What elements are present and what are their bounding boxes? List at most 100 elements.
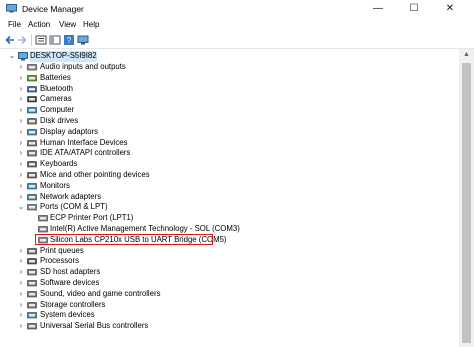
expand-caret-icon[interactable]: › [17,94,25,105]
tree-category[interactable]: › Network adapters [0,192,458,203]
expand-caret-icon[interactable]: › [17,192,25,203]
expand-caret-icon[interactable]: › [17,278,25,289]
tree-category-label: Storage controllers [40,299,106,309]
expand-caret-icon[interactable]: › [17,73,25,84]
tree-category[interactable]: › Batteries [0,73,458,84]
expand-caret-icon[interactable]: › [17,267,25,278]
tree-category-label: Mice and other pointing devices [40,170,150,179]
processor-icon [27,258,37,265]
camera-icon [27,96,37,103]
tree-category[interactable]: › Mice and other pointing devices [0,170,458,181]
menu-action[interactable]: Action [28,20,50,30]
collapse-caret-icon[interactable]: ⌄ [17,202,25,213]
tree-category[interactable]: › Sound, video and game controllers [0,289,458,300]
expand-caret-icon[interactable]: › [17,138,25,149]
tree-category[interactable]: › Monitors [0,181,458,192]
expand-caret-icon[interactable]: › [17,289,25,300]
expand-caret-icon[interactable]: › [17,116,25,127]
close-button[interactable]: ✕ [432,0,468,18]
port-icon [27,204,37,211]
tree-category[interactable]: ⌄ Ports (COM & LPT) [0,202,458,213]
tree-device-label: ECP Printer Port (LPT1) [50,213,134,223]
title-bar: Device Manager — ☐ ✕ [0,0,474,18]
tree-device-label: Intel(R) Active Management Technology - … [50,224,240,233]
expand-caret-icon[interactable]: › [17,170,25,181]
expand-caret-icon[interactable]: › [17,181,25,192]
tree-category-label: Batteries [40,72,71,82]
expand-caret-icon[interactable]: › [17,300,25,311]
tree-category-label: Processors [40,256,79,266]
tree-category[interactable]: › Storage controllers [0,300,458,311]
tree-category[interactable]: › Universal Serial Bus controllers [0,321,458,332]
tree-category[interactable]: › Computer [0,105,458,116]
tree-category[interactable]: › Human Interface Devices [0,138,458,149]
tree-root[interactable]: ⌄ DESKTOP-S5I9I82 [0,51,458,62]
tree-category[interactable]: › Display adaptors [0,127,458,138]
help-button[interactable]: ? [63,34,75,46]
svg-text:?: ? [67,36,72,45]
vertical-scrollbar[interactable]: ▲ [459,49,474,347]
menu-help[interactable]: Help [83,20,99,30]
collapse-caret-icon[interactable]: ⌄ [8,51,16,62]
keyboard-icon [27,161,37,168]
device-manager-icon [6,4,17,13]
tree-category[interactable]: › Audio inputs and outputs [0,62,458,73]
tree-category-label: Universal Serial Bus controllers [40,321,149,331]
forward-button[interactable] [16,34,28,46]
system-icon [27,312,37,319]
hid-icon [27,139,37,146]
scroll-up-arrow-icon[interactable]: ▲ [459,49,474,61]
tree-category-label: Ports (COM & LPT) [40,202,108,212]
menu-view[interactable]: View [59,20,76,30]
toolbar-separator [31,34,32,46]
toggle-view-button[interactable] [49,34,61,46]
tree-category-label: Print queues [40,245,84,255]
tree-category[interactable]: › Print queues [0,246,458,257]
expand-caret-icon[interactable]: › [17,256,25,267]
tree-category[interactable]: › Processors [0,256,458,267]
expand-caret-icon[interactable]: › [17,246,25,257]
port-icon [38,215,48,222]
expand-caret-icon[interactable]: › [17,84,25,95]
printer-icon [27,247,37,254]
tree-category-label: Audio inputs and outputs [40,62,126,71]
expand-caret-icon[interactable]: › [17,127,25,138]
tree-category[interactable]: › Bluetooth [0,84,458,95]
tree-device[interactable]: Intel(R) Active Management Technology - … [0,224,458,235]
tree-category[interactable]: › IDE ATA/ATAPI controllers [0,148,458,159]
tree-root-label: DESKTOP-S5I9I82 [30,51,97,62]
sd-card-icon [27,269,37,276]
speaker-icon [27,64,37,71]
back-button[interactable] [4,34,16,46]
tree-category-label: Cameras [40,94,72,104]
toolbar: ? [0,32,474,49]
properties-button[interactable] [35,34,47,46]
tree-category-label: Keyboards [40,159,78,169]
highlight-box [35,234,213,246]
scroll-thumb[interactable] [462,63,471,343]
expand-caret-icon[interactable]: › [17,321,25,332]
tree-category[interactable]: › Cameras [0,94,458,105]
tree-category[interactable]: › Disk drives [0,116,458,127]
display-icon [27,128,37,136]
expand-caret-icon[interactable]: › [17,159,25,170]
menu-file[interactable]: File [8,20,21,30]
maximize-button[interactable]: ☐ [396,0,432,18]
expand-caret-icon[interactable]: › [17,310,25,321]
tree-category[interactable]: › SD host adapters [0,267,458,278]
minimize-button[interactable]: — [360,0,396,18]
computer-icon [27,107,37,114]
window-title: Device Manager [22,4,84,14]
tree-category-label: SD host adapters [40,267,101,277]
tree-category[interactable]: › System devices [0,310,458,321]
tree-category[interactable]: › Software devices [0,278,458,289]
expand-caret-icon[interactable]: › [17,62,25,73]
ide-icon [27,150,37,157]
expand-caret-icon[interactable]: › [17,105,25,116]
device-manager-window: Device Manager — ☐ ✕ File Action View He… [0,0,474,347]
expand-caret-icon[interactable]: › [17,148,25,159]
tree-device[interactable]: ECP Printer Port (LPT1) [0,213,458,224]
tree-category[interactable]: › Keyboards [0,159,458,170]
tree-category-label: Computer [40,105,75,115]
scan-hardware-button[interactable] [77,34,89,46]
